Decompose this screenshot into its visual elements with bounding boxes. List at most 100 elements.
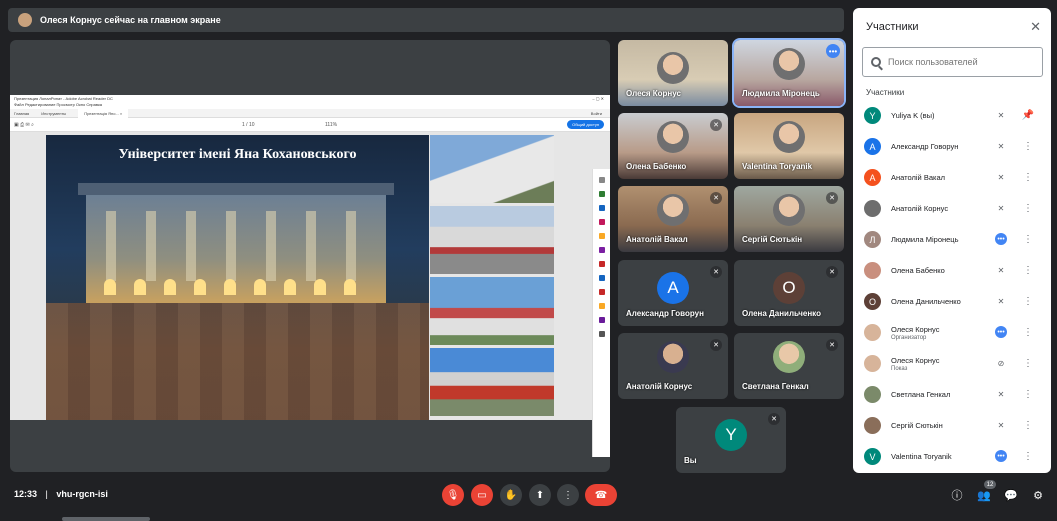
mic-off-icon: ✕ bbox=[826, 266, 838, 278]
mic-off-icon: ✕ bbox=[826, 192, 838, 204]
avatar bbox=[864, 355, 881, 372]
participant-row[interactable]: Светлана Генкал ✕ ⋮ bbox=[853, 379, 1051, 410]
participant-row[interactable]: Олеся Корнус Показ ⊘ ⋮ bbox=[853, 348, 1051, 379]
avatar bbox=[864, 386, 881, 403]
participant-role: Организатор bbox=[891, 334, 927, 341]
mic-off-icon: ✕ bbox=[997, 110, 1005, 120]
tile-olesya-kornus[interactable]: Олеся Корнус bbox=[618, 40, 728, 106]
tile-name: Людмила Міронець bbox=[742, 89, 820, 98]
participant-row[interactable]: А Александр Говорун ✕ ⋮ bbox=[853, 131, 1051, 162]
tile-anatoliy-kornus[interactable]: ✕ Анатолій Корнус bbox=[618, 333, 728, 399]
more-vert-icon[interactable]: ⋮ bbox=[1023, 419, 1033, 431]
acrobat-toolbar: ▣ ⎙ ✉ ⌕ 1 / 10 111% Общий доступ bbox=[10, 118, 610, 132]
camera-off-button[interactable]: ▭ bbox=[471, 484, 493, 506]
slide-side-photos bbox=[430, 135, 554, 419]
tile-anatoliy-vakal[interactable]: ✕ Анатолій Вакал bbox=[618, 186, 728, 252]
chat-button[interactable]: 💬 bbox=[1003, 487, 1019, 503]
participant-row[interactable]: Олена Бабенко ✕ ⋮ bbox=[853, 255, 1051, 286]
mic-off-icon: ✕ bbox=[710, 339, 722, 351]
close-icon[interactable]: ✕ bbox=[1030, 19, 1041, 35]
mic-off-icon: ✕ bbox=[710, 119, 722, 131]
scrollbar[interactable] bbox=[62, 517, 150, 521]
present-button[interactable]: ⬆ bbox=[529, 484, 551, 506]
university-building-image bbox=[78, 183, 394, 303]
participant-name: Олеся Корнус bbox=[891, 324, 940, 334]
participant-name: Олеся Корнус bbox=[891, 355, 940, 365]
more-vert-icon[interactable]: ⋮ bbox=[1023, 357, 1033, 369]
participant-row[interactable]: Олеся Корнус Организатор ••• ⋮ bbox=[853, 317, 1051, 348]
more-vert-icon[interactable]: ⋮ bbox=[1023, 388, 1033, 400]
participant-name: Анатолій Вакал bbox=[891, 173, 945, 182]
tile-sergiy-syutkin[interactable]: ✕ Сергій Сютькін bbox=[734, 186, 844, 252]
participant-row[interactable]: О Олена Данильченко ✕ ⋮ bbox=[853, 286, 1051, 317]
mic-off-icon: ✕ bbox=[826, 339, 838, 351]
tile-valentina-toryanik[interactable]: Valentina Toryanik bbox=[734, 113, 844, 179]
acrobat-window-title: Презентация ЛоналРинат - Adobe Acrobat R… bbox=[14, 96, 113, 101]
more-options-button[interactable]: ⋮ bbox=[557, 484, 579, 506]
participant-role: Показ bbox=[891, 365, 908, 372]
tile-name: Олеся Корнус bbox=[626, 89, 681, 98]
participants-button[interactable]: 👥 bbox=[976, 487, 992, 503]
hand-icon: ✋ bbox=[504, 489, 518, 501]
participant-row[interactable]: V Valentina Toryanik ••• ⋮ bbox=[853, 441, 1051, 472]
mic-off-icon: 🎙 bbox=[446, 489, 460, 501]
phone-hangup-icon: ☎ bbox=[594, 489, 608, 501]
speaking-icon: ••• bbox=[995, 450, 1007, 462]
more-vert-icon[interactable]: ⋮ bbox=[1023, 233, 1033, 245]
search-input[interactable] bbox=[888, 57, 1028, 67]
participant-row[interactable]: Л Людмила Міронець ••• ⋮ bbox=[853, 224, 1051, 255]
main-stage: Презентация ЛоналРинат - Adobe Acrobat R… bbox=[10, 40, 610, 472]
avatar: Л bbox=[864, 231, 881, 248]
avatar: Y bbox=[715, 419, 747, 451]
more-vert-icon[interactable]: ⋮ bbox=[1023, 295, 1033, 307]
mic-off-icon: ✕ bbox=[768, 413, 780, 425]
more-vert-icon[interactable]: ⋮ bbox=[1023, 171, 1033, 183]
avatar bbox=[864, 417, 881, 434]
tile-aleksandr-govorun[interactable]: А ✕ Александр Говорун bbox=[618, 260, 728, 326]
mic-off-icon: ✕ bbox=[997, 265, 1005, 275]
participant-count-badge: 12 bbox=[984, 480, 996, 489]
acrobat-right-tools bbox=[592, 169, 610, 457]
tile-olena-babenko[interactable]: ✕ Олена Бабенко bbox=[618, 113, 728, 179]
tile-name: Олена Данильченко bbox=[742, 309, 821, 318]
raise-hand-button[interactable]: ✋ bbox=[500, 484, 522, 506]
presenter-avatar bbox=[18, 13, 32, 27]
more-options-icon[interactable]: ••• bbox=[826, 44, 840, 58]
shared-screen: Презентация ЛоналРинат - Adobe Acrobat R… bbox=[10, 95, 610, 457]
participant-row[interactable]: Анатолій Корнус ✕ ⋮ bbox=[853, 193, 1051, 224]
meeting-info: 12:33 | vhu-rgcn-isi bbox=[14, 489, 108, 499]
tile-self[interactable]: Y ✕ Вы bbox=[676, 407, 786, 473]
acrobat-tab-tools: Инструменты bbox=[41, 110, 67, 116]
mic-off-icon: ✕ bbox=[997, 389, 1005, 399]
more-vert-icon[interactable]: ⋮ bbox=[1023, 450, 1033, 462]
tile-lyudmila-mironets[interactable]: ••• Людмила Міронець bbox=[734, 40, 844, 106]
more-vert-icon[interactable]: ⋮ bbox=[1023, 264, 1033, 276]
toolbar-icons: ▣ ⎙ ✉ ⌕ bbox=[14, 121, 34, 128]
more-vert-icon[interactable]: ⋮ bbox=[1023, 326, 1033, 338]
participant-name: Олена Бабенко bbox=[891, 266, 945, 275]
leave-call-button[interactable]: ☎ bbox=[585, 484, 617, 506]
participant-row[interactable]: Y Yuliya K (вы) ✕ 📌 bbox=[853, 100, 1051, 131]
meeting-code[interactable]: vhu-rgcn-isi bbox=[56, 489, 108, 499]
chat-icon: 💬 bbox=[1004, 489, 1018, 502]
tile-olena-danylchenko[interactable]: О ✕ Олена Данильченко bbox=[734, 260, 844, 326]
acrobat-tab-document: Презентація Яно... × bbox=[78, 108, 129, 118]
search-box[interactable] bbox=[862, 47, 1043, 77]
clock: 12:33 bbox=[14, 489, 38, 499]
speaking-icon: ••• bbox=[995, 233, 1007, 245]
avatar: О bbox=[864, 293, 881, 310]
acrobat-login: Войти bbox=[590, 110, 602, 116]
tile-svetlana-genkal[interactable]: ✕ Светлана Генкал bbox=[734, 333, 844, 399]
mic-off-icon: ✕ bbox=[710, 192, 722, 204]
participant-row[interactable]: А Анатолій Вакал ✕ ⋮ bbox=[853, 162, 1051, 193]
meeting-details-button[interactable]: ⓘ bbox=[949, 487, 965, 503]
more-vert-icon[interactable]: ⋮ bbox=[1023, 140, 1033, 152]
mic-off-button[interactable]: 🎙 bbox=[442, 484, 464, 506]
activities-button[interactable]: ⚙ bbox=[1030, 487, 1046, 503]
pin-icon[interactable]: 📌 bbox=[1022, 109, 1034, 121]
presenting-banner: Олеся Корнус сейчас на главном экране bbox=[8, 8, 844, 32]
participant-row[interactable]: Сергій Сютькін ✕ ⋮ bbox=[853, 410, 1051, 441]
more-vert-icon[interactable]: ⋮ bbox=[1023, 202, 1033, 214]
acrobat-tabs: Главная Инструменты Презентація Яно... ×… bbox=[10, 108, 610, 118]
avatar: А bbox=[864, 138, 881, 155]
